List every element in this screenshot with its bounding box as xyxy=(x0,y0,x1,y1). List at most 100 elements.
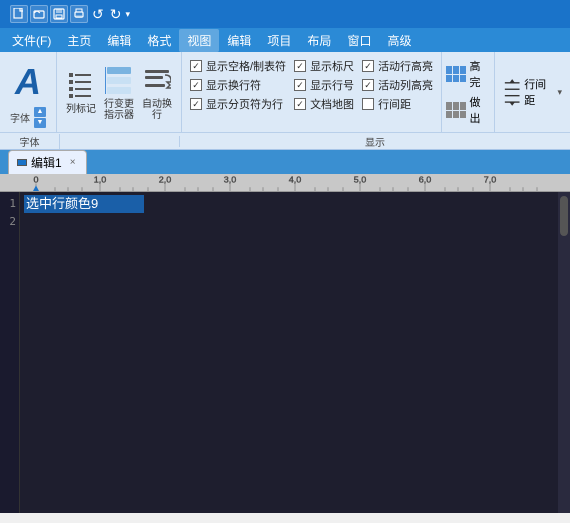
list-mark-icon xyxy=(67,69,95,101)
menu-advanced[interactable]: 高级 xyxy=(379,29,419,52)
auto-wrap-button[interactable]: 自动换行 xyxy=(139,67,175,117)
first-line-text: 选中行颜色9 xyxy=(24,195,144,213)
cb-docmap-label: 文档地图 xyxy=(310,96,354,112)
cb-active-col[interactable]: 活动列高亮 xyxy=(362,77,433,93)
display-label: 显示 xyxy=(180,134,570,149)
ribbon-icon-buttons: 列标记 行变更指示器 xyxy=(57,52,182,132)
cb-show-lineno[interactable]: 显示行号 xyxy=(294,77,354,93)
line-num-2: 2 xyxy=(9,213,16,231)
redo-button[interactable]: ↻ xyxy=(108,6,124,23)
tab-file-icon xyxy=(17,159,27,166)
menu-view[interactable]: 视图 xyxy=(179,29,219,52)
editor-content[interactable]: 选中行颜色9 xyxy=(20,192,558,513)
svg-text:0: 0 xyxy=(33,175,38,185)
cb-docmap-box[interactable] xyxy=(294,98,306,110)
list-mark-button[interactable]: 列标记 xyxy=(63,67,99,117)
cb-show-page[interactable]: 显示分页符为行 xyxy=(190,96,286,112)
svg-text:7,0: 7,0 xyxy=(484,175,497,185)
cb-line-spacing-box[interactable] xyxy=(362,98,374,110)
cb-line-spacing-label: 行间距 xyxy=(378,96,411,112)
special-buttons: 高完 做出 xyxy=(442,52,495,132)
cb-show-ruler-box[interactable] xyxy=(294,60,306,72)
cb-show-spaces-label: 显示空格/制表符 xyxy=(206,58,286,74)
cb-line-spacing[interactable]: 行间距 xyxy=(362,96,433,112)
menu-project[interactable]: 项目 xyxy=(259,29,299,52)
font-label: 字体 xyxy=(10,110,30,125)
auto-wrap-label: 自动换行 xyxy=(141,99,173,121)
font-group: A 字体 ▲ ▼ xyxy=(0,52,57,132)
editor-area[interactable]: 1 2 选中行颜色9 xyxy=(0,192,570,513)
font-icon[interactable]: A xyxy=(8,57,48,107)
svg-text:2,0: 2,0 xyxy=(159,175,172,185)
svg-text:6,0: 6,0 xyxy=(419,175,432,185)
svg-text:1,0: 1,0 xyxy=(94,175,107,185)
font-size-arrows: ▲ ▼ xyxy=(34,107,46,128)
cb-show-lineno-box[interactable] xyxy=(294,79,306,91)
undo-button[interactable]: ↺ xyxy=(90,6,106,23)
checkboxes-area: 显示空格/制表符 显示换行符 显示分页符为行 显示标尺 xyxy=(182,52,442,132)
cb-show-lineno-label: 显示行号 xyxy=(310,77,354,93)
menu-layout[interactable]: 布局 xyxy=(299,29,339,52)
auto-wrap-icon xyxy=(143,64,171,96)
line-spacing-label-text: 行间距 xyxy=(524,76,554,108)
line-change-button[interactable]: 行变更指示器 xyxy=(101,67,137,117)
cb-active-row-box[interactable] xyxy=(362,60,374,72)
menu-window[interactable]: 窗口 xyxy=(339,29,379,52)
menu-format[interactable]: 格式 xyxy=(139,29,179,52)
cb-active-row[interactable]: 活动行高亮 xyxy=(362,58,433,74)
ribbon-bottom-row: 字体 显示 xyxy=(0,132,570,150)
line-change-icon xyxy=(105,64,133,96)
high-complete-label: 高完 xyxy=(469,58,489,90)
toolbar-icons: ↺ ↻ ▾ xyxy=(10,5,130,23)
cb-show-ruler[interactable]: 显示标尺 xyxy=(294,58,354,74)
menu-bar: 文件(F) 主页 编辑 格式 视图 编辑 项目 布局 窗口 高级 xyxy=(0,28,570,52)
cb-show-spaces-box[interactable] xyxy=(190,60,202,72)
line-numbers: 1 2 xyxy=(0,192,20,513)
cb-docmap[interactable]: 文档地图 xyxy=(294,96,354,112)
editor-scrollbar[interactable] xyxy=(558,192,570,513)
cb-show-newline-box[interactable] xyxy=(190,79,202,91)
svg-text:5,0: 5,0 xyxy=(354,175,367,185)
tab-doc-icon xyxy=(17,159,27,166)
font-group-label: 字体 xyxy=(0,134,60,149)
make-out-btn[interactable]: 做出 xyxy=(446,94,490,126)
open-file-icon[interactable] xyxy=(30,5,48,23)
toolbar-dropdown[interactable]: ▾ xyxy=(125,9,130,20)
font-size-down[interactable]: ▼ xyxy=(34,118,46,128)
scrollbar-thumb[interactable] xyxy=(560,196,568,236)
tab-editor1-label: 编辑1 xyxy=(31,154,62,171)
high-complete-btn[interactable]: 高完 xyxy=(446,58,490,90)
menu-edit2[interactable]: 编辑 xyxy=(219,29,259,52)
save-icon[interactable] xyxy=(50,5,68,23)
menu-edit[interactable]: 编辑 xyxy=(99,29,139,52)
line-spacing-select[interactable]: 行间距 ▾ xyxy=(503,76,562,108)
line-spacing-group: 行间距 ▾ xyxy=(495,52,570,132)
svg-text:4,0: 4,0 xyxy=(289,175,302,185)
cb-show-newline-label: 显示换行符 xyxy=(206,77,261,93)
tab-close-button[interactable]: × xyxy=(70,157,76,168)
cb-show-spaces[interactable]: 显示空格/制表符 xyxy=(190,58,286,74)
new-file-icon[interactable] xyxy=(10,5,28,23)
make-out-label: 做出 xyxy=(469,94,489,126)
line-spacing-icon xyxy=(503,77,521,107)
line-change-label: 行变更指示器 xyxy=(103,99,135,121)
cb-show-newline[interactable]: 显示换行符 xyxy=(190,77,286,93)
tab-editor1[interactable]: 编辑1 × xyxy=(8,150,87,174)
print-icon[interactable] xyxy=(70,5,88,23)
ruler-svg: 0 1,0 2,0 3,0 4,0 5,0 6,0 7,0 xyxy=(0,174,570,191)
menu-file[interactable]: 文件(F) xyxy=(4,29,59,52)
svg-text:3,0: 3,0 xyxy=(224,175,237,185)
line-num-1: 1 xyxy=(9,195,16,213)
menu-home[interactable]: 主页 xyxy=(59,29,99,52)
cb-active-col-label: 活动列高亮 xyxy=(378,77,433,93)
ruler: 0 1,0 2,0 3,0 4,0 5,0 6,0 7,0 xyxy=(0,174,570,192)
title-bar: ↺ ↻ ▾ xyxy=(0,0,570,28)
font-size-up[interactable]: ▲ xyxy=(34,107,46,117)
cb-show-page-label: 显示分页符为行 xyxy=(206,96,283,112)
cb-active-col-box[interactable] xyxy=(362,79,374,91)
icon-buttons-label xyxy=(60,136,180,147)
tab-bar: 编辑1 × xyxy=(0,150,570,174)
line-spacing-arrow: ▾ xyxy=(557,87,562,98)
cb-show-page-box[interactable] xyxy=(190,98,202,110)
ribbon: A 字体 ▲ ▼ xyxy=(0,52,570,150)
